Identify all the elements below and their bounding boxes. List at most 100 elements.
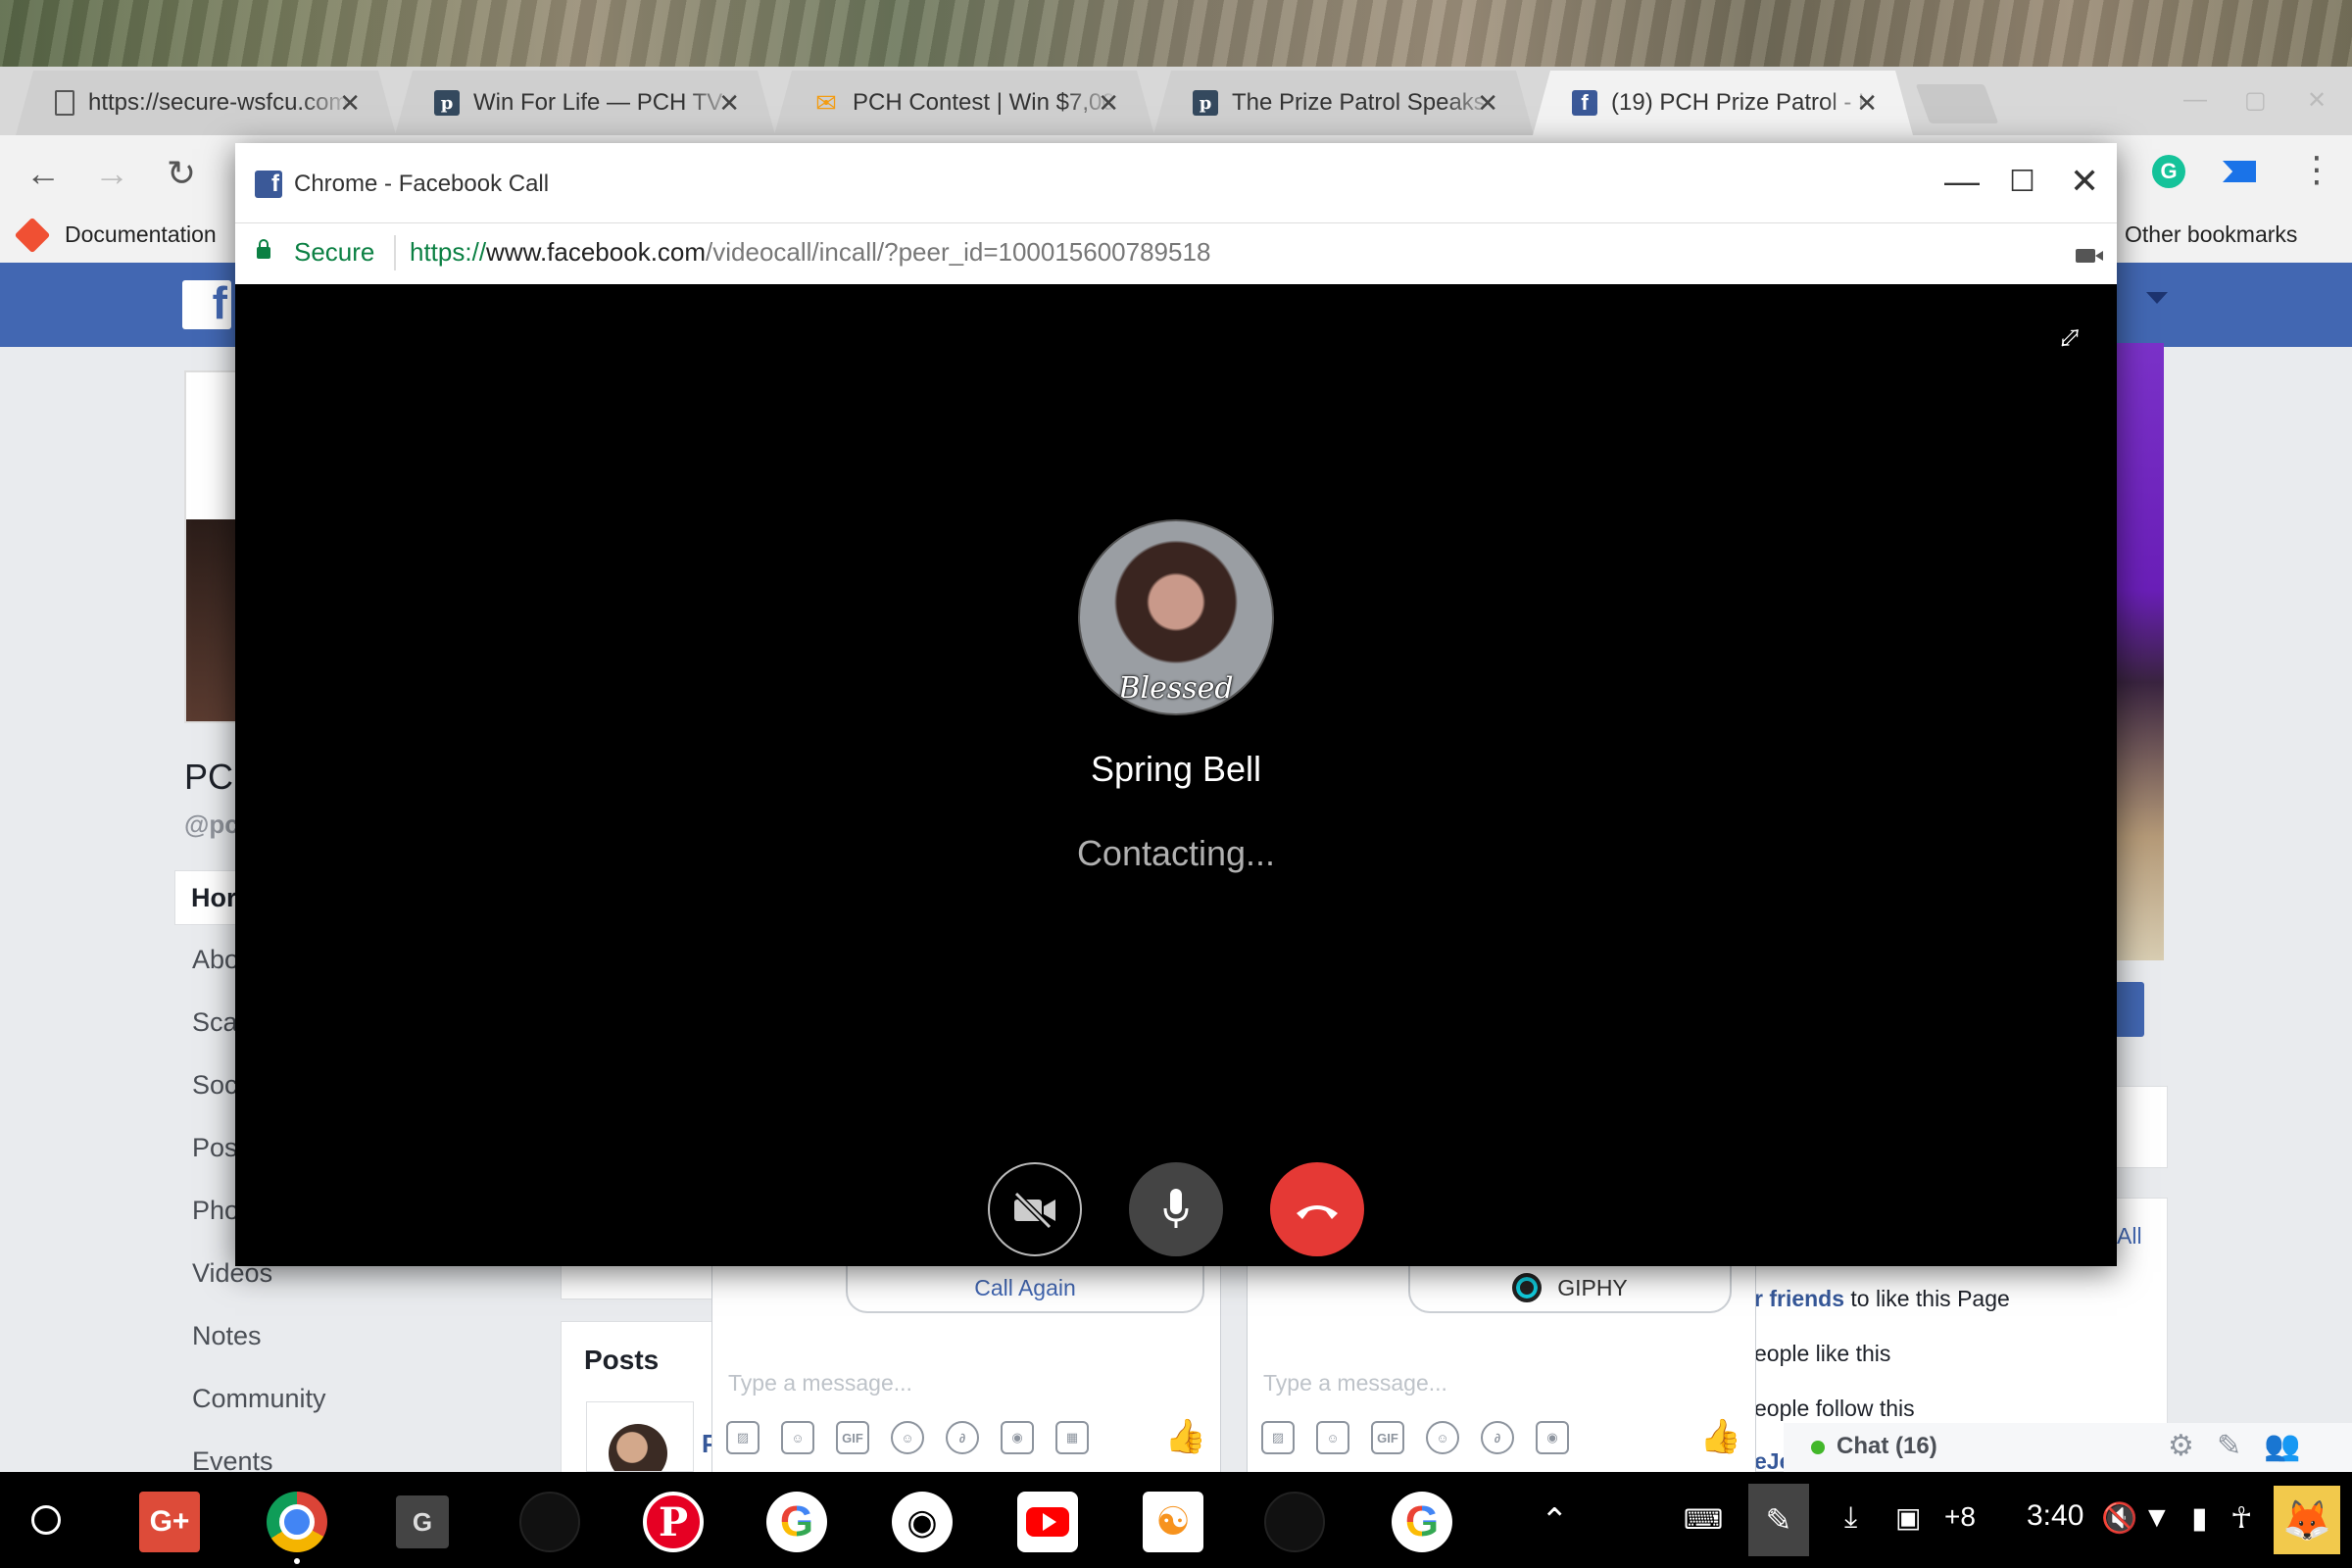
other-bookmarks[interactable]: Other bookmarks: [2125, 221, 2297, 248]
photo-icon[interactable]: ▨: [1261, 1421, 1295, 1454]
fullscreen-icon[interactable]: ⇔: [2038, 306, 2097, 365]
tab-pch-prize-patrol[interactable]: f (19) PCH Prize Patrol - Home ✕: [1533, 71, 1913, 135]
new-tab-button[interactable]: [1915, 84, 1999, 123]
accessibility-icon[interactable]: ☥: [2230, 1501, 2252, 1536]
maximize-icon[interactable]: ☐: [2009, 165, 2035, 199]
follows-count: eople follow this: [1754, 1396, 1915, 1421]
attach-icon[interactable]: ∂: [1481, 1421, 1514, 1454]
facebook-logo-icon[interactable]: f: [182, 277, 231, 329]
nav-scams[interactable]: Sca: [192, 1007, 238, 1038]
call-again-button[interactable]: Call Again: [846, 1264, 1204, 1313]
bookmark-documentation[interactable]: Documentation: [14, 217, 217, 253]
download-icon[interactable]: ⤓: [1844, 1501, 1857, 1535]
clock[interactable]: 3:40: [2027, 1499, 2083, 1533]
chevron-up-icon[interactable]: ⌃: [1541, 1501, 1569, 1541]
mute-button[interactable]: [1129, 1162, 1223, 1256]
github-ghost-icon[interactable]: [1264, 1492, 1325, 1552]
nav-about[interactable]: Abo: [192, 945, 239, 975]
tab-prize-patrol-speaks[interactable]: p The Prize Patrol Speaks ✕: [1153, 71, 1534, 135]
profile-picture[interactable]: [184, 370, 243, 723]
message-input[interactable]: Type a message...: [1263, 1370, 1447, 1396]
maximize-icon[interactable]: ▢: [2244, 86, 2267, 115]
extension-flag-icon[interactable]: [2223, 161, 2256, 182]
close-icon[interactable]: ✕: [2070, 161, 2099, 202]
sticker-icon[interactable]: ☺: [1316, 1421, 1349, 1454]
github-icon[interactable]: ◉: [892, 1492, 953, 1552]
tab-pch-contest[interactable]: ✉ PCH Contest | Win $7,000 ✕: [774, 71, 1154, 135]
chat-bar-label[interactable]: Chat (16): [1837, 1433, 1937, 1460]
emoji-icon[interactable]: ☺: [1426, 1421, 1459, 1454]
chrome-icon[interactable]: [267, 1492, 327, 1552]
thumbs-up-icon[interactable]: 👍: [1700, 1417, 1741, 1456]
google-icon[interactable]: G: [1392, 1492, 1452, 1552]
page-action-button[interactable]: [2115, 982, 2144, 1037]
camera-in-use-icon[interactable]: [2076, 249, 2103, 263]
address-bar[interactable]: Secure https://www.facebook.com/videocal…: [235, 223, 2117, 284]
close-tab-icon[interactable]: ✕: [1098, 88, 1119, 119]
youtube-icon[interactable]: [1017, 1492, 1078, 1552]
close-tab-icon[interactable]: ✕: [718, 88, 740, 119]
battery-icon[interactable]: ▮: [2191, 1501, 2208, 1536]
minimize-icon[interactable]: —: [2183, 86, 2207, 114]
message-input[interactable]: Type a message...: [728, 1370, 912, 1396]
menu-icon[interactable]: ⋮: [2299, 149, 2334, 190]
google-plus-icon[interactable]: G+: [139, 1492, 200, 1552]
thumbs-up-icon[interactable]: 👍: [1165, 1417, 1206, 1456]
tab-win-for-life[interactable]: p Win For Life — PCH TV Commercial ✕: [395, 71, 775, 135]
url-text[interactable]: https://www.facebook.com/videocall/incal…: [410, 237, 1210, 268]
table-icon[interactable]: ▦: [1055, 1421, 1089, 1454]
video-toggle-button[interactable]: [988, 1162, 1082, 1256]
nav-notes[interactable]: Notes: [192, 1321, 262, 1351]
nav-social[interactable]: Soc: [192, 1070, 238, 1101]
nav-photos[interactable]: Pho: [192, 1196, 239, 1226]
post-thumbnail[interactable]: [586, 1401, 694, 1472]
page-handle[interactable]: @pc: [184, 809, 239, 840]
photo-icon[interactable]: ▨: [726, 1421, 760, 1454]
nav-community[interactable]: Community: [192, 1384, 326, 1414]
g-app-icon[interactable]: G: [396, 1495, 449, 1548]
reload-icon[interactable]: ↻: [167, 153, 196, 194]
avatar-caption: Blessed: [1118, 671, 1234, 706]
github-ghost-icon[interactable]: [519, 1492, 580, 1552]
pinterest-icon[interactable]: P: [643, 1492, 704, 1552]
minimize-icon[interactable]: —: [1944, 161, 1980, 202]
wifi-icon[interactable]: ▼: [2142, 1501, 2172, 1535]
camera-icon[interactable]: ◉: [1536, 1421, 1569, 1454]
mute-icon[interactable]: 🔇: [2101, 1501, 2137, 1536]
sticker-icon[interactable]: ☺: [781, 1421, 814, 1454]
giphy-button[interactable]: GIPHY: [1408, 1264, 1732, 1313]
user-avatar[interactable]: 🦊: [2274, 1486, 2340, 1554]
notification-count[interactable]: +8: [1944, 1501, 1976, 1533]
orange-app-icon[interactable]: ☯: [1143, 1492, 1203, 1552]
close-tab-icon[interactable]: ✕: [339, 88, 361, 119]
tab-secure-wsfcu[interactable]: https://secure-wsfcu.com ✕: [16, 71, 396, 135]
envelope-icon: ✉: [815, 87, 837, 118]
nav-posts[interactable]: Pos: [192, 1133, 238, 1163]
image-icon[interactable]: ▣: [1895, 1501, 1921, 1534]
facebook-icon: f: [255, 171, 282, 198]
invite-friends-link[interactable]: r friends: [1754, 1286, 1844, 1311]
google-icon[interactable]: G: [766, 1492, 827, 1552]
account-menu-icon[interactable]: [2146, 292, 2168, 304]
compose-icon[interactable]: ✎: [2217, 1429, 2241, 1463]
close-tab-icon[interactable]: ✕: [1856, 88, 1878, 119]
gif-icon[interactable]: GIF: [836, 1421, 869, 1454]
keyboard-icon[interactable]: ⌨: [1684, 1503, 1723, 1536]
see-all-link[interactable]: All: [2117, 1223, 2142, 1250]
posts-heading: Posts: [584, 1345, 660, 1375]
emoji-icon[interactable]: ☺: [891, 1421, 924, 1454]
attach-icon[interactable]: ∂: [946, 1421, 979, 1454]
launcher-icon[interactable]: [31, 1505, 61, 1535]
stylus-icon[interactable]: ✎: [1748, 1484, 1809, 1556]
camera-icon[interactable]: ◉: [1001, 1421, 1034, 1454]
settings-gear-icon[interactable]: ⚙: [2168, 1429, 2194, 1463]
end-call-button[interactable]: [1270, 1162, 1364, 1256]
grammarly-icon[interactable]: G: [2152, 155, 2185, 188]
chat-toolbar: ▨ ☺ GIF ☺ ∂ ◉: [1261, 1421, 1569, 1454]
close-window-icon[interactable]: ✕: [2307, 86, 2327, 115]
forward-icon[interactable]: →: [94, 153, 129, 194]
close-tab-icon[interactable]: ✕: [1477, 88, 1498, 119]
group-icon[interactable]: 👥: [2264, 1429, 2300, 1463]
back-icon[interactable]: ←: [25, 153, 61, 194]
gif-icon[interactable]: GIF: [1371, 1421, 1404, 1454]
